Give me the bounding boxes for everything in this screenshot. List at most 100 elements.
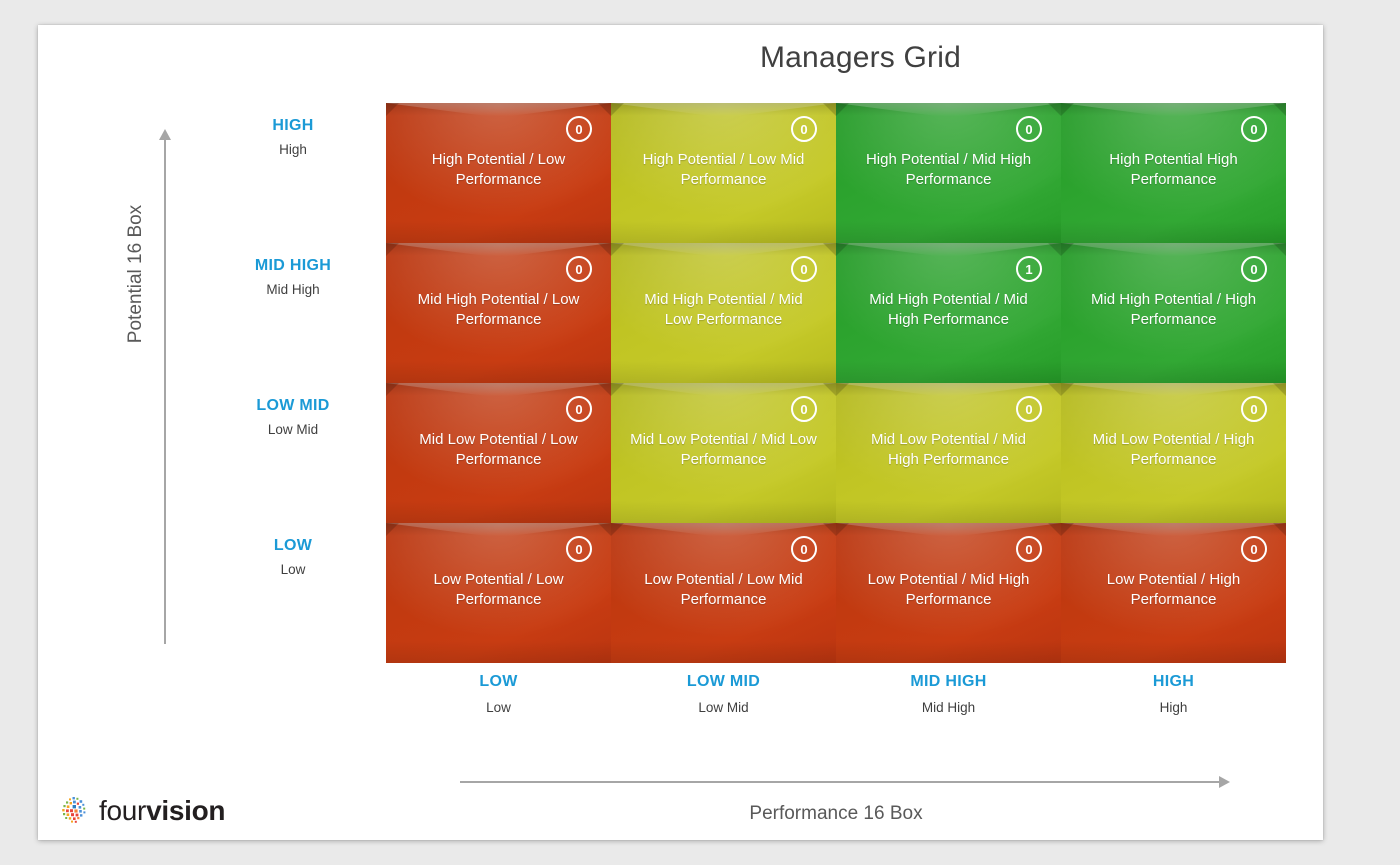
cell-count-badge[interactable]: 0 <box>1241 116 1267 142</box>
cell-count-badge[interactable]: 0 <box>1016 396 1042 422</box>
y-axis-tick: MID HIGH Mid High <box>198 257 388 297</box>
y-axis-tick-sublabel: Low Mid <box>267 422 319 437</box>
cell-corner-left <box>1061 523 1074 536</box>
cell-count-badge[interactable]: 0 <box>791 536 817 562</box>
x-axis-tick-sublabel: High <box>1159 700 1188 715</box>
grid-cell[interactable]: 0 Mid High Potential / High Performance <box>1061 243 1286 383</box>
x-axis-tick-label: HIGH <box>1152 673 1195 690</box>
cell-count-badge[interactable]: 1 <box>1016 256 1042 282</box>
grid-cell[interactable]: 0 Low Potential / Low Mid Performance <box>611 523 836 663</box>
y-axis-tick-label: LOW MID <box>256 397 330 414</box>
cell-corner-left <box>836 243 849 256</box>
cell-label: Mid Low Potential / High Performance <box>1092 431 1255 468</box>
cell-corner-right <box>823 523 836 536</box>
x-axis-tick-label: LOW <box>479 673 518 690</box>
cell-label: High Potential / Low Mid Performance <box>642 151 805 188</box>
y-axis-tick: HIGH High <box>198 117 388 157</box>
fourvision-logo: fourvision <box>60 796 225 826</box>
cell-label: Mid Low Potential / Mid Low Performance <box>630 431 817 468</box>
x-axis-tick: LOW Low <box>386 673 611 715</box>
grid-cell[interactable]: 0 High Potential / Mid High Performance <box>836 103 1061 243</box>
cell-corner-right <box>1273 523 1286 536</box>
grid-cell[interactable]: 0 Low Potential / Low Performance <box>386 523 611 663</box>
y-axis-tick-label: HIGH <box>272 117 314 134</box>
cell-corner-left <box>386 383 399 396</box>
cell-label: Low Potential / Low Mid Performance <box>644 571 803 608</box>
logo-word-vision: vision <box>146 795 226 826</box>
cell-count-badge[interactable]: 0 <box>1241 536 1267 562</box>
cell-corner-right <box>598 383 611 396</box>
cell-label: Mid High Potential / High Performance <box>1090 291 1257 328</box>
cell-corner-left <box>1061 243 1074 256</box>
x-axis-tick: LOW MID Low Mid <box>611 673 836 715</box>
cell-label: Mid High Potential / Low Performance <box>417 291 580 328</box>
x-axis-tick-label: MID HIGH <box>910 673 987 690</box>
y-axis-tick: LOW Low <box>198 537 388 577</box>
y-axis-arrow-icon <box>159 129 171 644</box>
cell-label: Low Potential / Low Performance <box>433 571 564 608</box>
cell-corner-left <box>386 103 399 116</box>
y-axis-title: Potential 16 Box <box>125 204 146 344</box>
cell-corner-left <box>386 523 399 536</box>
grid-cell[interactable]: 0 Mid Low Potential / Mid Low Performance <box>611 383 836 523</box>
grid-cell[interactable]: 0 Mid Low Potential / High Performance <box>1061 383 1286 523</box>
y-axis-tick-label: LOW <box>273 537 313 554</box>
grid-cell[interactable]: 0 Mid Low Potential / Mid High Performanc… <box>836 383 1061 523</box>
cell-label: Low Potential / High Performance <box>1106 571 1241 608</box>
cell-count-badge[interactable]: 0 <box>566 256 592 282</box>
cell-corner-left <box>386 243 399 256</box>
cell-corner-left <box>611 523 624 536</box>
y-axis-tick-label: MID HIGH <box>254 257 332 274</box>
page-title: Managers Grid <box>38 41 1323 75</box>
fourvision-dot-cluster-logo-icon <box>62 797 86 823</box>
cell-corner-left <box>1061 103 1074 116</box>
cell-corner-left <box>611 103 624 116</box>
grid-cell[interactable]: 0 Mid Low Potential / Low Performance <box>386 383 611 523</box>
cell-corner-right <box>823 383 836 396</box>
sixteen-box-grid: 0 High Potential / Low Performance 0 High P… <box>386 103 1286 663</box>
grid-cell[interactable]: 0 High Potential / Low Mid Performance <box>611 103 836 243</box>
cell-count-badge[interactable]: 0 <box>566 396 592 422</box>
cell-label: Low Potential / Mid High Performance <box>867 571 1030 608</box>
grid-cell[interactable]: 0 High Potential High Performance <box>1061 103 1286 243</box>
screenshot-root: Managers Grid Potential 16 Box HIGH High M… <box>0 0 1400 865</box>
x-axis-tick-sublabel: Low Mid <box>698 700 749 715</box>
cell-count-badge[interactable]: 0 <box>791 256 817 282</box>
logo-word-four: four <box>99 795 147 826</box>
x-axis-tick-sublabel: Low <box>486 700 511 715</box>
cell-count-badge[interactable]: 0 <box>566 116 592 142</box>
grid-cell[interactable]: 0 Low Potential / Mid High Performance <box>836 523 1061 663</box>
y-axis-tick-sublabel: High <box>279 142 307 157</box>
cell-label: Mid Low Potential / Low Performance <box>419 431 578 468</box>
cell-count-badge[interactable]: 0 <box>791 116 817 142</box>
cell-count-badge[interactable]: 0 <box>1016 116 1042 142</box>
x-axis-tick-label: LOW MID <box>686 673 761 690</box>
cell-count-badge[interactable]: 0 <box>1241 396 1267 422</box>
cell-corner-right <box>1048 523 1061 536</box>
cell-corner-left <box>836 103 849 116</box>
cell-label: Mid High Potential / Mid High Performanc… <box>869 291 1028 328</box>
cell-corner-right <box>1273 103 1286 116</box>
cell-corner-left <box>836 383 849 396</box>
cell-label: High Potential / Low Performance <box>431 151 566 188</box>
cell-corner-left <box>1061 383 1074 396</box>
cell-corner-left <box>611 383 624 396</box>
y-axis-tick-sublabel: Low <box>280 562 306 577</box>
cell-count-badge[interactable]: 0 <box>1241 256 1267 282</box>
page-title-text: Managers Grid <box>759 41 961 74</box>
grid-cell[interactable]: 1 Mid High Potential / Mid High Performan… <box>836 243 1061 383</box>
cell-count-badge[interactable]: 0 <box>1016 536 1042 562</box>
grid-cell[interactable]: 0 High Potential / Low Performance <box>386 103 611 243</box>
cell-count-badge[interactable]: 0 <box>791 396 817 422</box>
cell-label: Mid Low Potential / Mid High Performance <box>870 431 1027 468</box>
logo-wordmark: fourvision <box>99 797 225 825</box>
grid-cell[interactable]: 0 Mid High Potential / Low Performance <box>386 243 611 383</box>
x-axis-tick-sublabel: Mid High <box>921 700 976 715</box>
grid-cell[interactable]: 0 Low Potential / High Performance <box>1061 523 1286 663</box>
cell-corner-right <box>1273 383 1286 396</box>
x-axis-tick: HIGH High <box>1061 673 1286 715</box>
cell-count-badge[interactable]: 0 <box>566 536 592 562</box>
cell-corner-right <box>823 103 836 116</box>
grid-cell[interactable]: 0 Mid High Potential / Mid Low Performanc… <box>611 243 836 383</box>
cell-corner-right <box>598 103 611 116</box>
